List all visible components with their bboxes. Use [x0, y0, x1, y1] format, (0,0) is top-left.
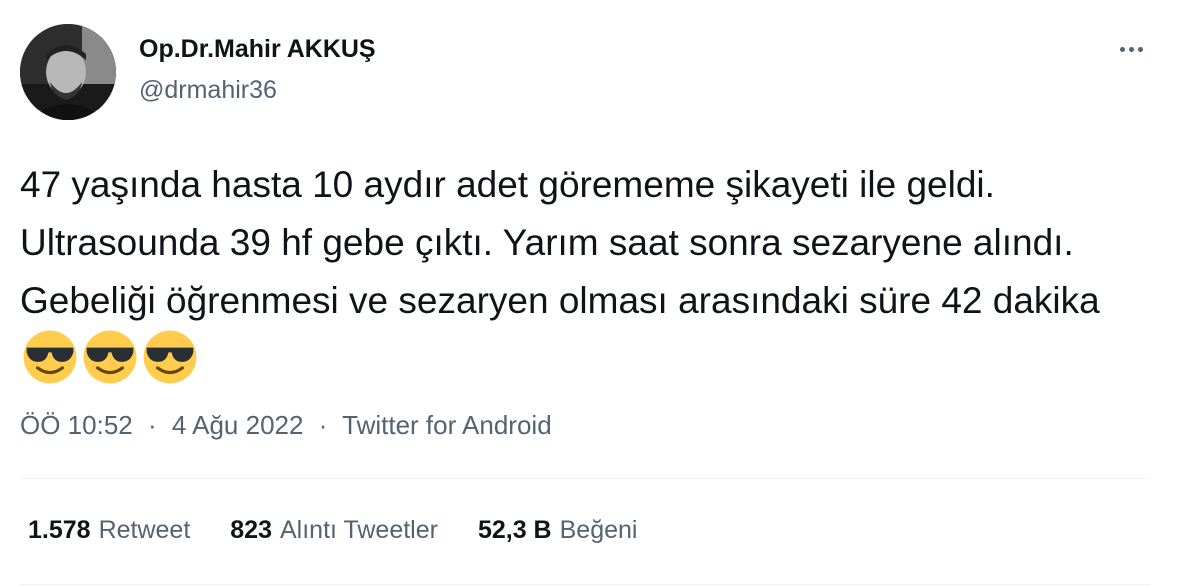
tweet-text-container: 47 yaşında hasta 10 aydır adet görememe …	[20, 156, 1140, 389]
quotes-count: 823	[230, 516, 272, 544]
retweets-stat[interactable]: 1.578 Retweet	[28, 516, 190, 545]
emoji-group	[22, 329, 198, 385]
more-horizontal-icon[interactable]	[1110, 36, 1152, 62]
avatar[interactable]	[20, 24, 116, 120]
likes-count: 52,3 B	[477, 516, 552, 544]
meta-separator: ·	[318, 410, 328, 440]
divider	[20, 584, 1150, 585]
tweet-stats: 1.578 Retweet 823 Alıntı Tweetler 52,3 B Be…	[28, 516, 637, 545]
smiling-face-with-sunglasses-icon	[143, 330, 197, 384]
profile-photo-icon	[20, 24, 116, 120]
tweet-meta: ÖÖ 10:52 · 4 Ağu 2022 · Twitter for Andr…	[20, 410, 552, 441]
meta-separator: ·	[147, 410, 157, 440]
divider	[20, 478, 1150, 479]
tweet-text: 47 yaşında hasta 10 aydır adet görememe …	[20, 164, 1100, 321]
smiling-face-with-sunglasses-icon	[83, 330, 137, 384]
tweet-source[interactable]: Twitter for Android	[342, 410, 552, 440]
tweet-date[interactable]: 4 Ağu 2022	[172, 410, 304, 440]
quotes-stat[interactable]: 823 Alıntı Tweetler	[230, 516, 438, 545]
tweet-card: Op.Dr.Mahir AKKUŞ @drmahir36 47 yaşında …	[0, 0, 1180, 586]
author-handle[interactable]: @drmahir36	[139, 76, 277, 105]
more-dot	[1119, 46, 1125, 52]
smiling-face-with-sunglasses-icon	[23, 330, 77, 384]
retweets-count: 1.578	[28, 516, 91, 544]
retweets-label: Retweet	[98, 516, 191, 544]
likes-stat[interactable]: 52,3 B Beğeni	[478, 516, 638, 545]
tweet-time[interactable]: ÖÖ 10:52	[20, 410, 133, 440]
likes-label: Beğeni	[559, 516, 638, 544]
author-name[interactable]: Op.Dr.Mahir AKKUŞ	[139, 35, 376, 64]
quotes-label: Alıntı Tweetler	[280, 516, 438, 544]
more-dot	[1137, 46, 1143, 52]
more-dot	[1128, 46, 1134, 52]
